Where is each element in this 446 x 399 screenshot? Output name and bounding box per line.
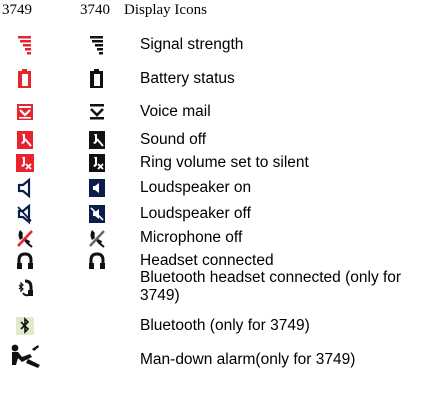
voice-mail-icon: [14, 101, 36, 123]
bluetooth-icon: [14, 315, 36, 337]
header-display-icons: Display Icons: [124, 2, 207, 18]
headset-icon: [86, 251, 108, 273]
sound-off-icon: [86, 129, 108, 151]
ring-silent-icon: [14, 152, 36, 174]
loudspeaker-off-icon: [14, 203, 36, 225]
display-icons-table: 3749 3740 Display Icons Signal strength: [0, 0, 446, 399]
ring-silent-icon: [86, 152, 108, 174]
battery-icon: [14, 68, 36, 90]
signal-strength-icon: [86, 34, 108, 56]
loudspeaker-on-icon: [14, 177, 36, 199]
sound-off-icon: [14, 129, 36, 151]
header-model-3749: 3749: [2, 2, 32, 18]
headset-icon: [14, 251, 36, 273]
row-label: Man-down alarm(only for 3749): [140, 351, 356, 368]
row-label: Signal strength: [140, 36, 244, 53]
microphone-off-icon: [14, 227, 36, 249]
loudspeaker-on-icon: [86, 177, 108, 199]
row-label: Loudspeaker on: [140, 179, 252, 196]
voice-mail-icon: [86, 101, 108, 123]
row-label: Voice mail: [140, 103, 211, 120]
row-label: Sound off: [140, 131, 207, 148]
microphone-off-icon: [86, 227, 108, 249]
header-model-3740: 3740: [80, 2, 110, 18]
man-down-alarm-icon: [8, 343, 44, 371]
row-label: Bluetooth headset connected (only for 37…: [140, 269, 402, 304]
battery-icon: [86, 68, 108, 90]
row-label: Loudspeaker off: [140, 205, 251, 222]
row-label: Ring volume set to silent: [140, 154, 309, 171]
row-label: Bluetooth (only for 3749): [140, 317, 310, 334]
row-label: Battery status: [140, 70, 235, 87]
loudspeaker-off-icon: [86, 203, 108, 225]
row-label: Microphone off: [140, 229, 243, 246]
row-label: Headset connected: [140, 252, 274, 269]
signal-strength-icon: [14, 34, 36, 56]
bluetooth-headset-icon: [14, 277, 36, 299]
